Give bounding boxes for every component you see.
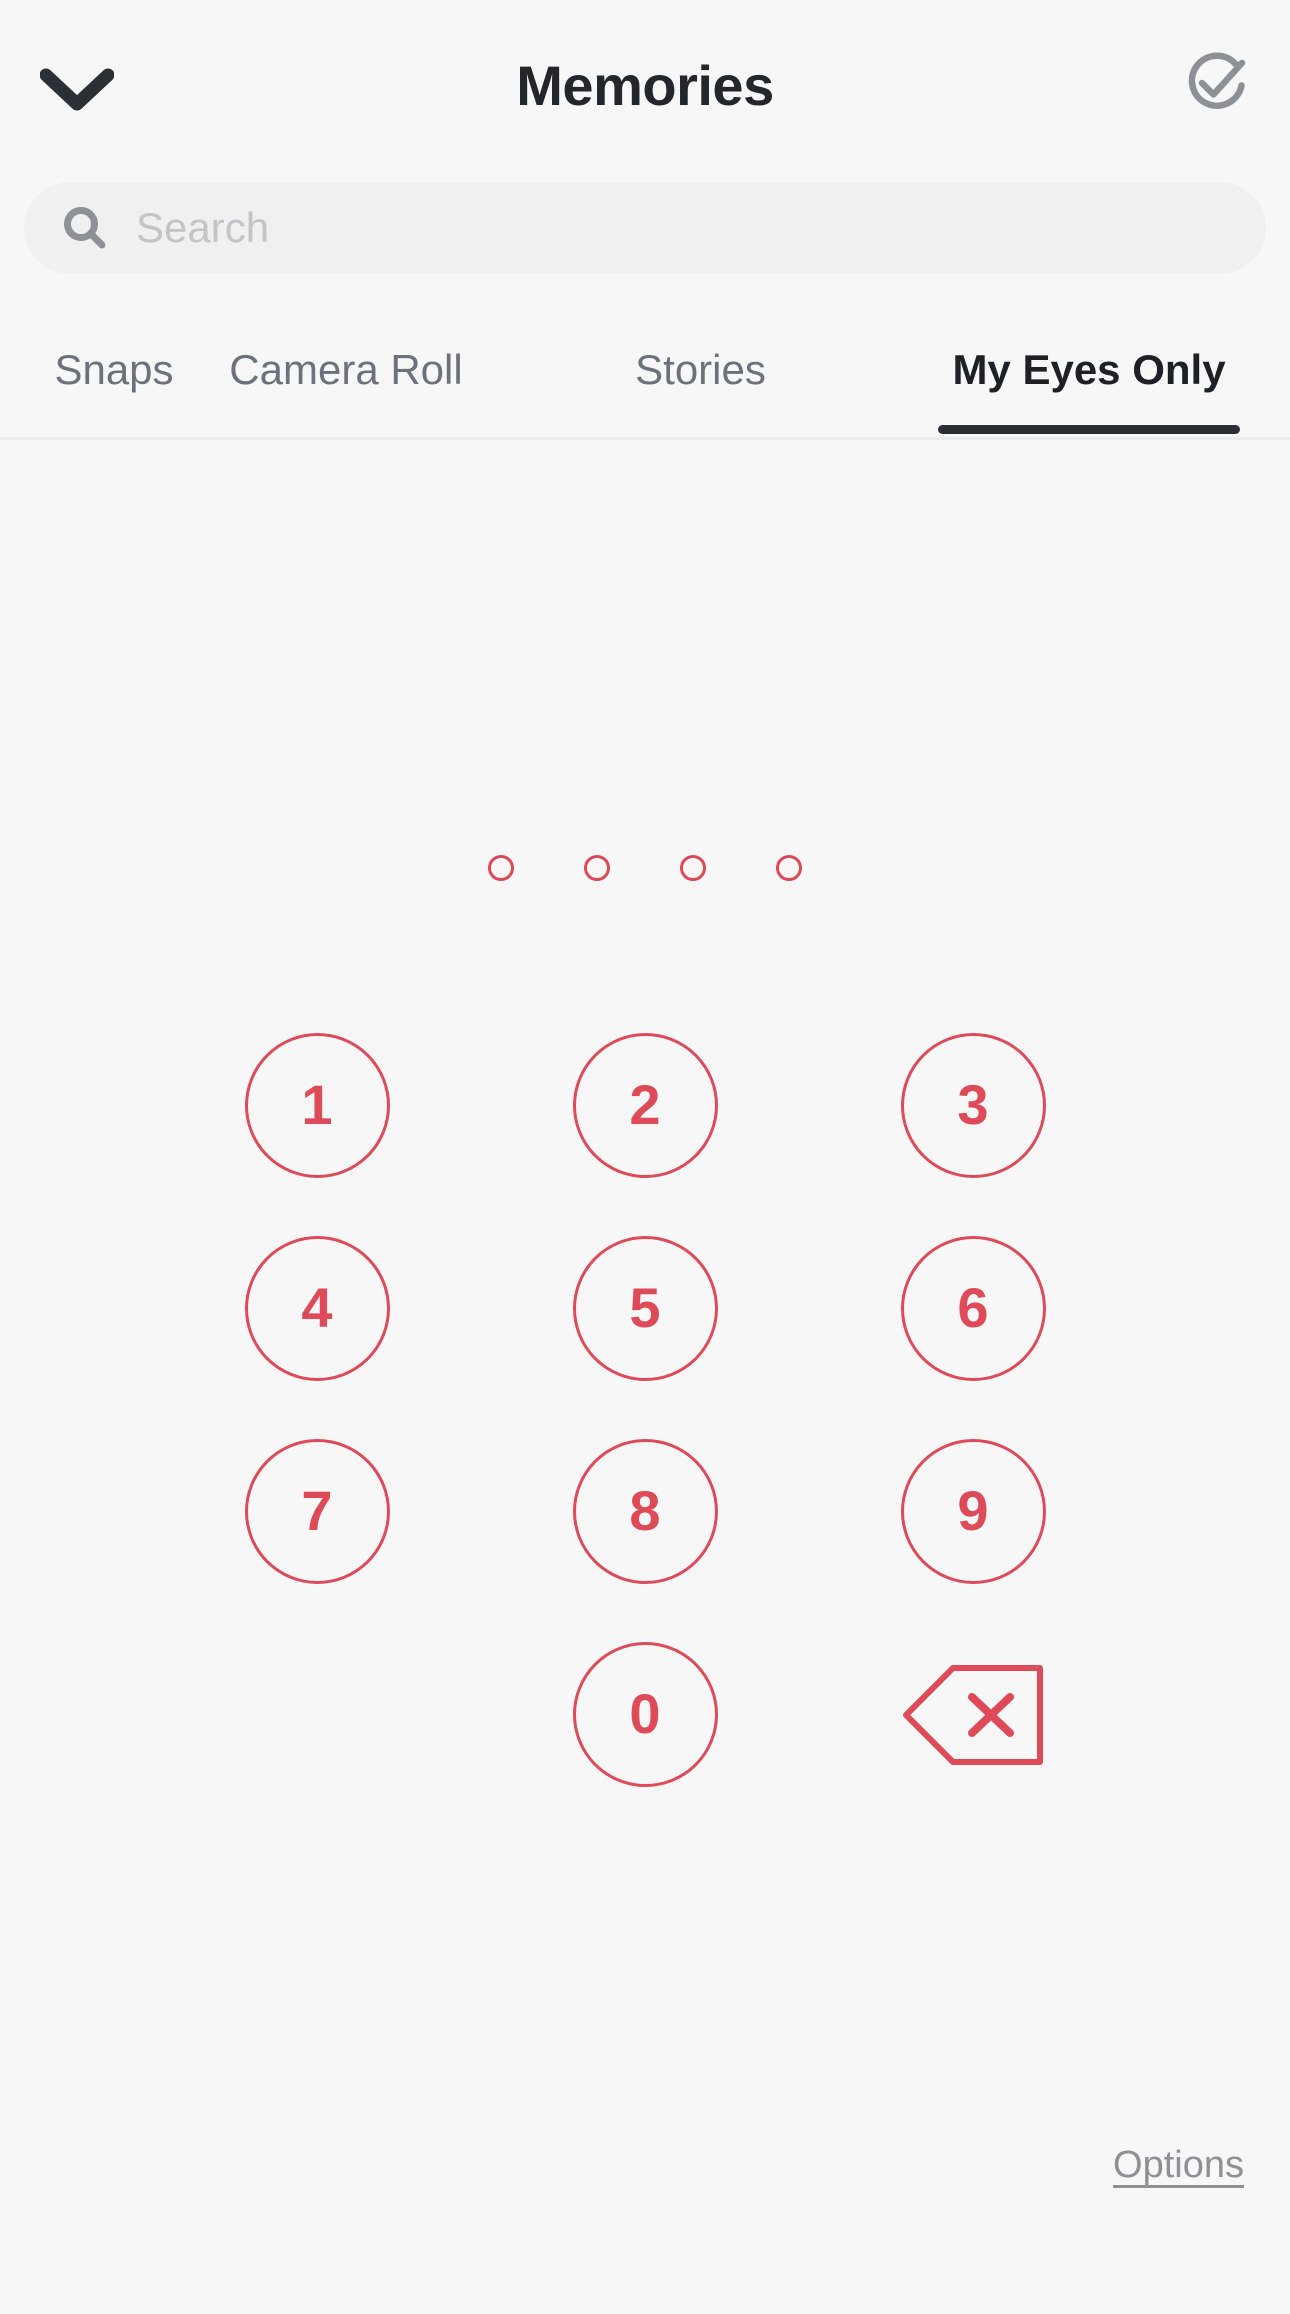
keypad-key-label: 3 [957, 1072, 989, 1136]
keypad-key-9[interactable]: 9 [900, 1439, 1046, 1584]
key-cell: 0 [481, 1613, 809, 1816]
key-cell: 8 [481, 1410, 809, 1613]
passcode-dot-slot [549, 855, 645, 881]
key-cell: 6 [809, 1207, 1137, 1410]
passcode-dot [584, 855, 610, 881]
active-tab-underline [938, 425, 1240, 434]
keypad-key-label: 5 [629, 1275, 661, 1339]
keypad-key-7[interactable]: 7 [244, 1439, 390, 1584]
tab-label: Snaps [54, 346, 174, 393]
keypad-key-6[interactable]: 6 [900, 1236, 1046, 1381]
passcode-dots [0, 855, 1290, 881]
search-input[interactable]: Search [24, 182, 1266, 274]
keypad-key-label: 7 [301, 1478, 333, 1542]
keypad-key-5[interactable]: 5 [572, 1236, 718, 1381]
keypad-key-label: 9 [957, 1478, 989, 1542]
keypad-key-label: 1 [301, 1072, 333, 1136]
keypad-row: 1 2 3 [153, 1004, 1138, 1207]
numeric-keypad: 1 2 3 4 5 6 7 8 9 0 [153, 1004, 1138, 1816]
keypad-key-label: 0 [629, 1681, 661, 1745]
passcode-dot-slot [741, 855, 837, 881]
key-cell: 1 [153, 1004, 481, 1207]
search-icon [62, 205, 108, 251]
passcode-dot [680, 855, 706, 881]
keypad-row: 0 [153, 1613, 1138, 1816]
options-link[interactable]: Options [1113, 2140, 1244, 2190]
passcode-dot-slot [453, 855, 549, 881]
keypad-key-3[interactable]: 3 [900, 1033, 1046, 1178]
keypad-key-8[interactable]: 8 [572, 1439, 718, 1584]
key-cell: 5 [481, 1207, 809, 1410]
passcode-dot [488, 855, 514, 881]
keypad-key-label: 8 [629, 1478, 661, 1542]
tab-stories[interactable]: Stories [594, 320, 807, 440]
keypad-key-4[interactable]: 4 [244, 1236, 390, 1381]
keypad-key-1[interactable]: 1 [244, 1033, 390, 1178]
keypad-key-label: 6 [957, 1275, 989, 1339]
page-title: Memories [516, 54, 774, 117]
key-cell [809, 1613, 1137, 1816]
tab-bar: Snaps Camera Roll Stories My Eyes Only [0, 320, 1290, 440]
passcode-dot [776, 855, 802, 881]
memories-screen: Memories Search Snaps Camera Roll Storie… [0, 0, 1290, 2314]
key-cell: 7 [153, 1410, 481, 1613]
tab-my-eyes-only[interactable]: My Eyes Only [938, 320, 1240, 440]
check-circle-icon[interactable] [1172, 40, 1260, 128]
backspace-delete-icon[interactable] [898, 1660, 1048, 1770]
tabs-divider [0, 437, 1290, 440]
tab-camera-roll[interactable]: Camera Roll [166, 320, 526, 440]
keypad-row: 4 5 6 [153, 1207, 1138, 1410]
key-cell: 2 [481, 1004, 809, 1207]
keypad-key-0[interactable]: 0 [572, 1642, 718, 1787]
tab-label: Camera Roll [229, 346, 463, 393]
tab-label: Stories [635, 346, 766, 393]
passcode-dot-slot [645, 855, 741, 881]
header-bar: Memories [0, 0, 1290, 170]
keypad-row: 7 8 9 [153, 1410, 1138, 1613]
keypad-key-2[interactable]: 2 [572, 1033, 718, 1178]
keypad-key-label: 2 [629, 1072, 661, 1136]
key-cell: 3 [809, 1004, 1137, 1207]
keypad-key-label: 4 [301, 1275, 333, 1339]
search-placeholder: Search [136, 204, 270, 251]
tab-label: My Eyes Only [952, 346, 1226, 393]
key-cell: 9 [809, 1410, 1137, 1613]
key-cell: 4 [153, 1207, 481, 1410]
